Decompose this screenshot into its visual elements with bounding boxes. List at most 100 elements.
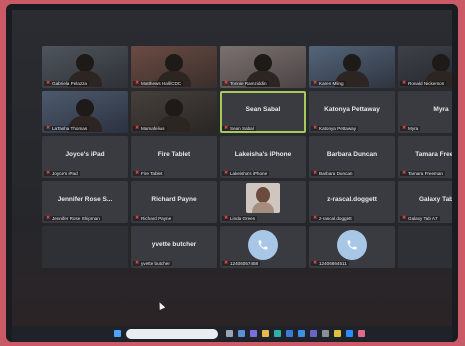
participant-tile[interactable]: Jennifer Rose S... ✖ Jennifer Rose Shipman (42, 181, 128, 223)
participant-name-label: ✖ Jennifer Rose Shipman (44, 216, 102, 221)
participant-tile[interactable]: yvette butcher ✖ yvette butcher (131, 226, 217, 268)
empty-tile (398, 226, 452, 268)
zoom-icon[interactable] (346, 330, 353, 337)
mail-icon[interactable] (298, 330, 305, 337)
monitor-frame: ✖ Gabriela Pelazza ✖ Matthews Hall/CDC ✖ Tonn… (6, 4, 458, 342)
participant-name: LaTasha Thomas (52, 126, 88, 131)
mic-muted-icon: ✖ (224, 215, 229, 221)
participant-tile[interactable]: Galaxy Tab A7✖Galaxy Tab A7 (398, 181, 452, 223)
chrome-icon[interactable] (334, 330, 341, 337)
store-icon[interactable] (286, 330, 293, 337)
mic-muted-icon: ✖ (313, 125, 318, 131)
file-explorer-icon[interactable] (262, 330, 269, 337)
participant-display-name: z-rascal.doggett (327, 196, 377, 203)
participant-tile[interactable]: Barbara Duncan ✖ Barbara Duncan (309, 136, 395, 178)
mic-muted-icon: ✖ (135, 125, 140, 131)
participant-name-label: ✖ LaTasha Thomas (44, 126, 90, 131)
phone-icon (248, 230, 278, 260)
participant-name-label: ✖ yvette butcher (133, 261, 172, 266)
participant-name-label: ✖ Fire Tablet (133, 170, 165, 176)
participant-tile[interactable]: ✖ Gabriela Pelazza (42, 46, 128, 88)
participant-name: Fire Tablet (141, 171, 163, 176)
participant-video (335, 54, 369, 87)
participant-tile[interactable]: ✖ 12406057458 (220, 226, 306, 268)
participant-tile[interactable]: z-rascal.doggett ✖ z-rascal.doggett (309, 181, 395, 223)
participant-name: Linda Green (230, 216, 256, 221)
widgets-icon[interactable] (238, 330, 245, 337)
participant-name-label: ✖ Sean Sabal (222, 126, 256, 131)
participant-name: Matthews Hall/CDC (141, 81, 182, 86)
participant-tile[interactable]: Myra ✖ Myra (398, 91, 452, 133)
participant-name-label: ✖ Lakeisha's iPhone (222, 171, 270, 176)
participant-tile[interactable]: Joyce's iPad ✖ Joyce's iPad (42, 136, 128, 178)
participant-name-label: ✖ Mamafelius (133, 126, 167, 131)
mic-muted-icon: ✖ (313, 170, 318, 176)
participant-name: Jennifer Rose Shipman (52, 216, 100, 221)
participant-tile[interactable]: ✖ Matthews Hall/CDC (131, 46, 217, 88)
mic-muted-icon: ✖ (402, 80, 407, 86)
participant-tile[interactable]: ✖ LaTasha Thomas (42, 91, 128, 133)
participant-name-label: ✖ Joyce's iPad (44, 171, 80, 176)
participant-tile[interactable]: Lakeisha's iPhone ✖ Lakeisha's iPhone (220, 136, 306, 178)
taskbar-search-input[interactable] (126, 329, 218, 339)
mic-muted-icon: ✖ (402, 170, 407, 176)
participant-tile[interactable]: Sean Sabal ✖ Sean Sabal (220, 91, 306, 133)
mic-muted-icon: ✖ (402, 215, 407, 221)
participant-tile[interactable]: ✖ Ronald Nickerson (398, 46, 452, 88)
participant-name-label: ✖ Galaxy Tab A7 (400, 216, 440, 221)
participant-name: 12406057458 (230, 261, 259, 266)
windows-start-icon[interactable] (114, 330, 121, 337)
mic-muted-icon: ✖ (135, 80, 140, 86)
participant-tile[interactable]: ✖ Tonnie Ramziddin (220, 46, 306, 88)
participant-name: Barbara Duncan (319, 171, 353, 176)
participant-tile[interactable]: Fire Tablet ✖ Fire Tablet (131, 136, 217, 178)
participant-tile[interactable]: Richard Payne ✖ Richard Payne (131, 181, 217, 223)
participant-video (157, 54, 191, 87)
empty-tile (42, 226, 128, 268)
teams-icon[interactable] (310, 330, 317, 337)
participant-display-name: Myra (433, 106, 449, 113)
participant-name: Richard Payne (141, 216, 172, 221)
edge-browser-icon[interactable] (274, 330, 281, 337)
participant-name: yvette butcher (141, 261, 170, 266)
participant-video (68, 54, 102, 87)
participant-display-name: Barbara Duncan (326, 151, 378, 158)
participant-name: Tamara Freeman (408, 171, 443, 176)
participant-video (68, 99, 102, 132)
participant-name: Joyce's iPad (52, 171, 78, 176)
participant-display-name: yvette butcher (151, 241, 197, 248)
mic-muted-icon: ✖ (313, 260, 318, 266)
participant-display-name: Tamara Freeman (415, 151, 452, 158)
participant-name-label: ✖ Tonnie Ramziddin (222, 81, 269, 86)
participant-tile[interactable]: Tamara Freeman✖Tamara Freeman (398, 136, 452, 178)
mic-muted-icon: ✖ (224, 125, 229, 131)
participant-name-label: ✖ 12406664511 (311, 261, 349, 266)
participant-name: Katonya Pettaway (319, 126, 357, 131)
chat-icon[interactable] (250, 330, 257, 337)
phone-icon (337, 230, 367, 260)
participant-tile[interactable]: Katonya Pettaway ✖ Katonya Pettaway (309, 91, 395, 133)
participant-name: Lakeisha's iPhone (230, 171, 268, 176)
windows-taskbar (12, 326, 452, 342)
participant-name: 12406664511 (319, 261, 347, 266)
participant-display-name: Sean Sabal (245, 106, 281, 113)
participant-tile[interactable]: ✖ Linda Green (220, 181, 306, 223)
settings-icon[interactable] (322, 330, 329, 337)
participant-tile[interactable]: ✖ 12406664511 (309, 226, 395, 268)
mic-muted-icon: ✖ (46, 215, 51, 221)
mic-muted-icon: ✖ (224, 260, 229, 266)
mic-muted-icon: ✖ (135, 170, 140, 176)
participant-display-name: Lakeisha's iPhone (234, 151, 292, 158)
participant-name: z-rascal.doggett (319, 216, 352, 221)
participant-name-label: ✖ Karen Mling (311, 81, 346, 86)
participant-name-label: ✖ Linda Green (222, 215, 258, 221)
participant-gallery: ✖ Gabriela Pelazza ✖ Matthews Hall/CDC ✖ Tonn… (42, 46, 452, 313)
participant-tile[interactable]: ✖ Karen Mling (309, 46, 395, 88)
participant-tile[interactable]: ✖ Mamafelius (131, 91, 217, 133)
mic-muted-icon: ✖ (46, 80, 51, 86)
photos-icon[interactable] (358, 330, 365, 337)
participant-display-name: Joyce's iPad (65, 151, 105, 158)
task-view-icon[interactable] (226, 330, 233, 337)
participant-name: Mamafelius (141, 126, 165, 131)
participant-video (157, 99, 191, 132)
